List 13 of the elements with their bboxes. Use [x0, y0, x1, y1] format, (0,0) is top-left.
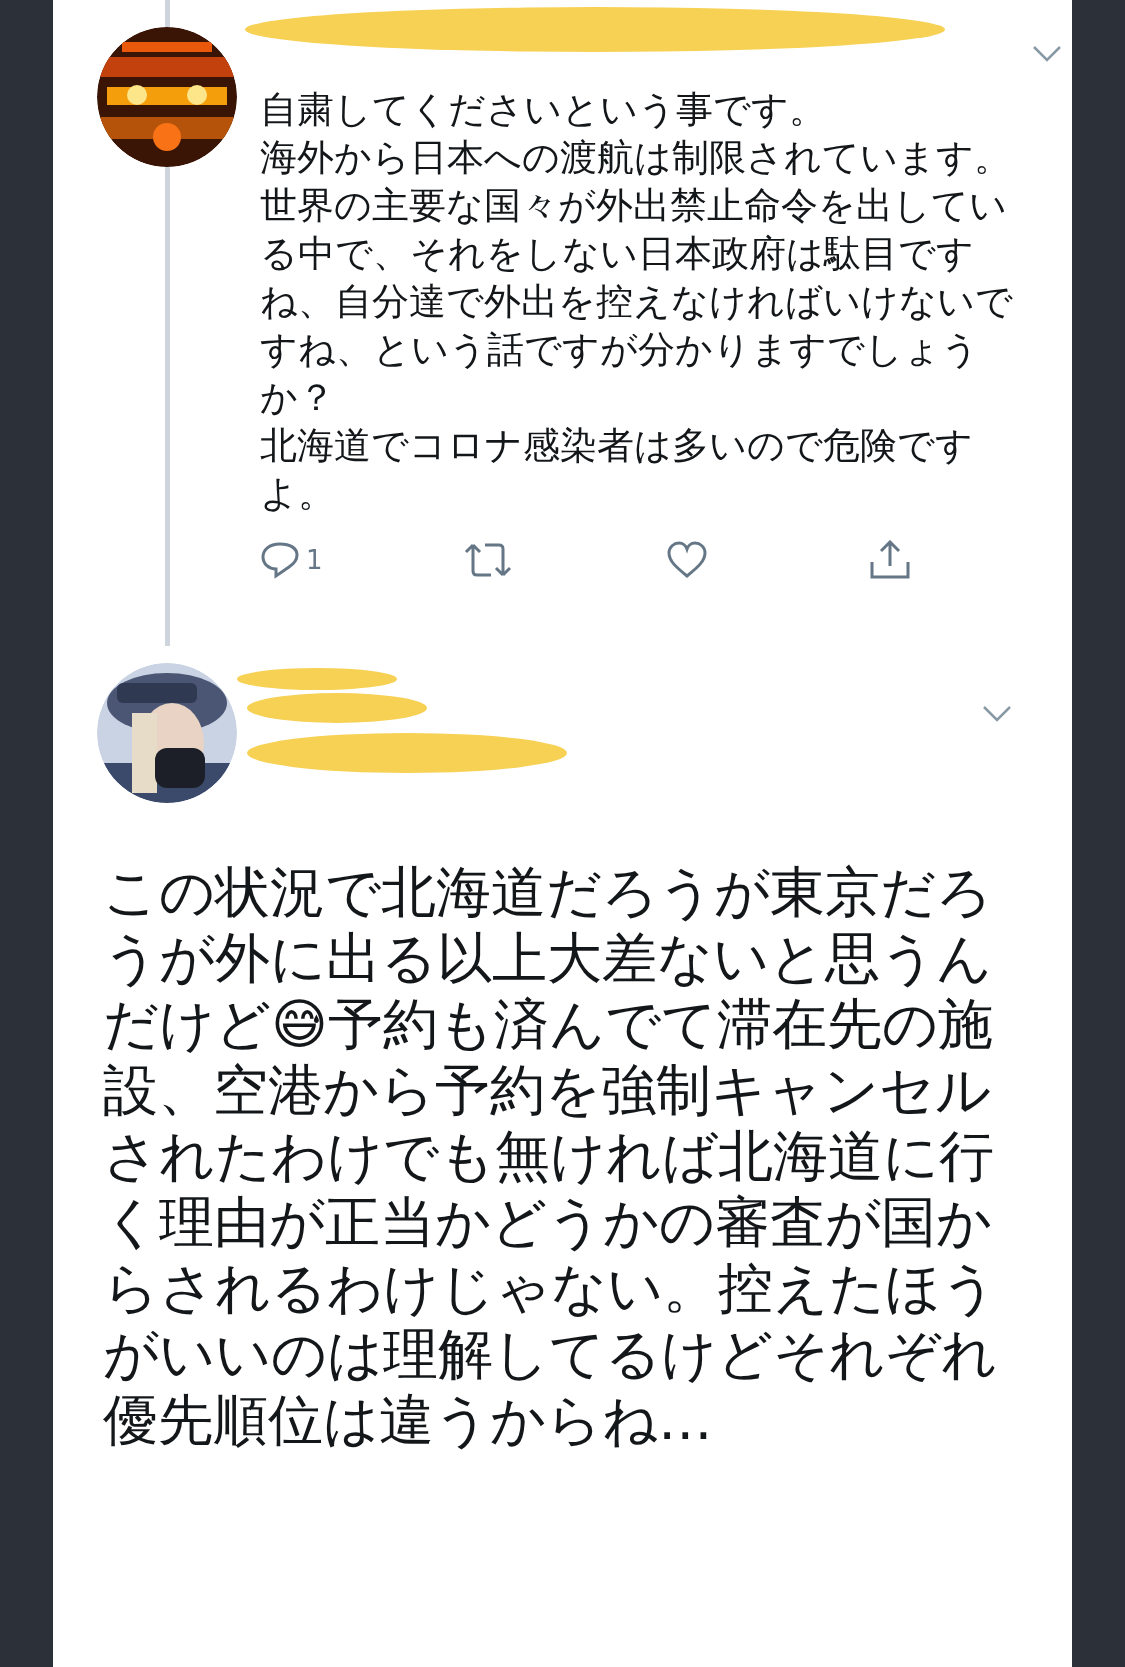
- tweet-text: 海外から日本への渡航は制限されています。: [260, 135, 1012, 181]
- reply-count: 1: [306, 543, 323, 577]
- chevron-icon[interactable]: [1032, 44, 1062, 63]
- tweet-text: 自粛してくださいという事です。: [260, 87, 827, 133]
- tweet-text: 世界の主要な国々が外出禁止命令を出している中で、それをしない日本政府は駄目ですね、自分達で外出を控えなければいけないですね、という話ですが分かりますでしょうか？: [260, 183, 1014, 421]
- retweet-icon: [463, 541, 513, 579]
- reply-icon: [260, 541, 300, 579]
- tweet-text: 北海道でコロナ感染者は多いので危険ですよ。: [260, 423, 974, 517]
- heart-icon: [666, 541, 708, 579]
- chevron-icon[interactable]: [982, 704, 1012, 723]
- reply-button[interactable]: 1: [260, 540, 463, 580]
- share-icon: [869, 540, 911, 580]
- tweet-text: この状況で北海道だろうが東京だろうが外に出る以上大差ないと思うんだけど😅予約も済んでて滞在先の施設、空港から予約を強制キャンセルされたわけでも無ければ北海道に行く理由が正当かどうかの審査が国からされるわけじゃない。控えたほうがいいのは理解してるけどそれぞれ優先順位は違うからね…: [103, 859, 998, 1453]
